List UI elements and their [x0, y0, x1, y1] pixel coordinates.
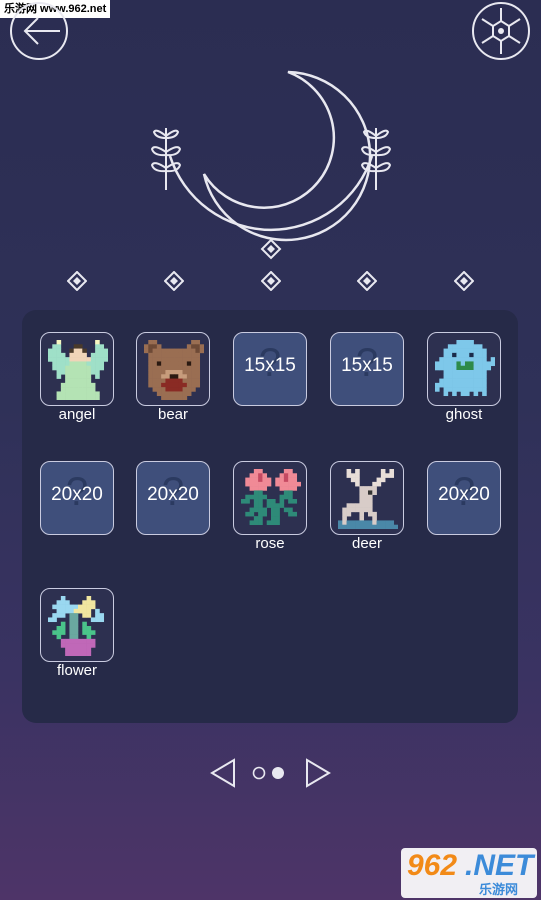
watermark-brand: 962 — [407, 849, 458, 882]
tile-label: bear — [157, 406, 189, 423]
level-diamond-icon — [164, 271, 184, 291]
level-indicator — [0, 271, 541, 293]
watermark-sub: 乐游网 — [479, 882, 519, 897]
level-diamond-icon — [67, 271, 87, 291]
level-diamond-icon — [454, 271, 474, 291]
bear-icon — [144, 340, 204, 400]
puzzle-tile-deer[interactable]: deer — [330, 461, 404, 552]
tile-label: flower — [56, 662, 97, 679]
settings-button[interactable] — [472, 2, 530, 60]
ghost-icon — [435, 340, 495, 397]
tile-size-label: 20x20 — [51, 484, 103, 505]
watermark-brand-suffix: .NET — [465, 849, 534, 882]
puzzle-grid: angel bear ? 15x15 ? 15x15 ghost ? 20x20 ? 20x20 ro… — [22, 310, 518, 723]
locked-puzzle-tile[interactable]: ? 15x15 — [233, 332, 307, 406]
puzzle-tile-rose[interactable]: rose — [233, 461, 307, 552]
tile-size-label: 15x15 — [341, 355, 393, 376]
tile-label: deer — [351, 535, 383, 552]
locked-puzzle-tile[interactable]: ? 15x15 — [330, 332, 404, 406]
tile-label: rose — [255, 535, 285, 552]
flower-icon — [48, 596, 105, 656]
watermark-logo: 962 .NET 乐游网 — [401, 848, 537, 898]
puzzle-tile-flower[interactable]: flower — [40, 588, 114, 679]
tile-size-label: 15x15 — [244, 355, 296, 376]
rose-icon — [241, 469, 301, 526]
tile-label: ghost — [445, 406, 483, 423]
next-page-button[interactable] — [306, 758, 331, 788]
pager — [0, 756, 541, 792]
prev-page-button[interactable] — [210, 758, 235, 788]
deer-icon — [338, 469, 398, 529]
page-dot[interactable] — [252, 766, 266, 780]
tile-size-label: 20x20 — [438, 484, 490, 505]
back-button[interactable] — [10, 2, 68, 60]
crescent-moon-icon — [150, 70, 392, 260]
hexagon-ball-icon — [481, 8, 521, 54]
tile-size-label: 20x20 — [147, 484, 199, 505]
puzzle-tile-ghost[interactable]: ghost — [427, 332, 501, 423]
puzzle-tile-bear[interactable]: bear — [136, 332, 210, 423]
puzzle-tile-angel[interactable]: angel — [40, 332, 114, 423]
locked-puzzle-tile[interactable]: ? 20x20 — [40, 461, 114, 535]
level-diamond-icon — [357, 271, 377, 291]
page-dot[interactable] — [272, 767, 284, 779]
level-diamond-icon — [261, 271, 281, 291]
locked-puzzle-tile[interactable]: ? 20x20 — [136, 461, 210, 535]
arrow-left-icon — [23, 17, 60, 45]
angel-icon — [48, 340, 108, 400]
locked-puzzle-tile[interactable]: ? 20x20 — [427, 461, 501, 535]
